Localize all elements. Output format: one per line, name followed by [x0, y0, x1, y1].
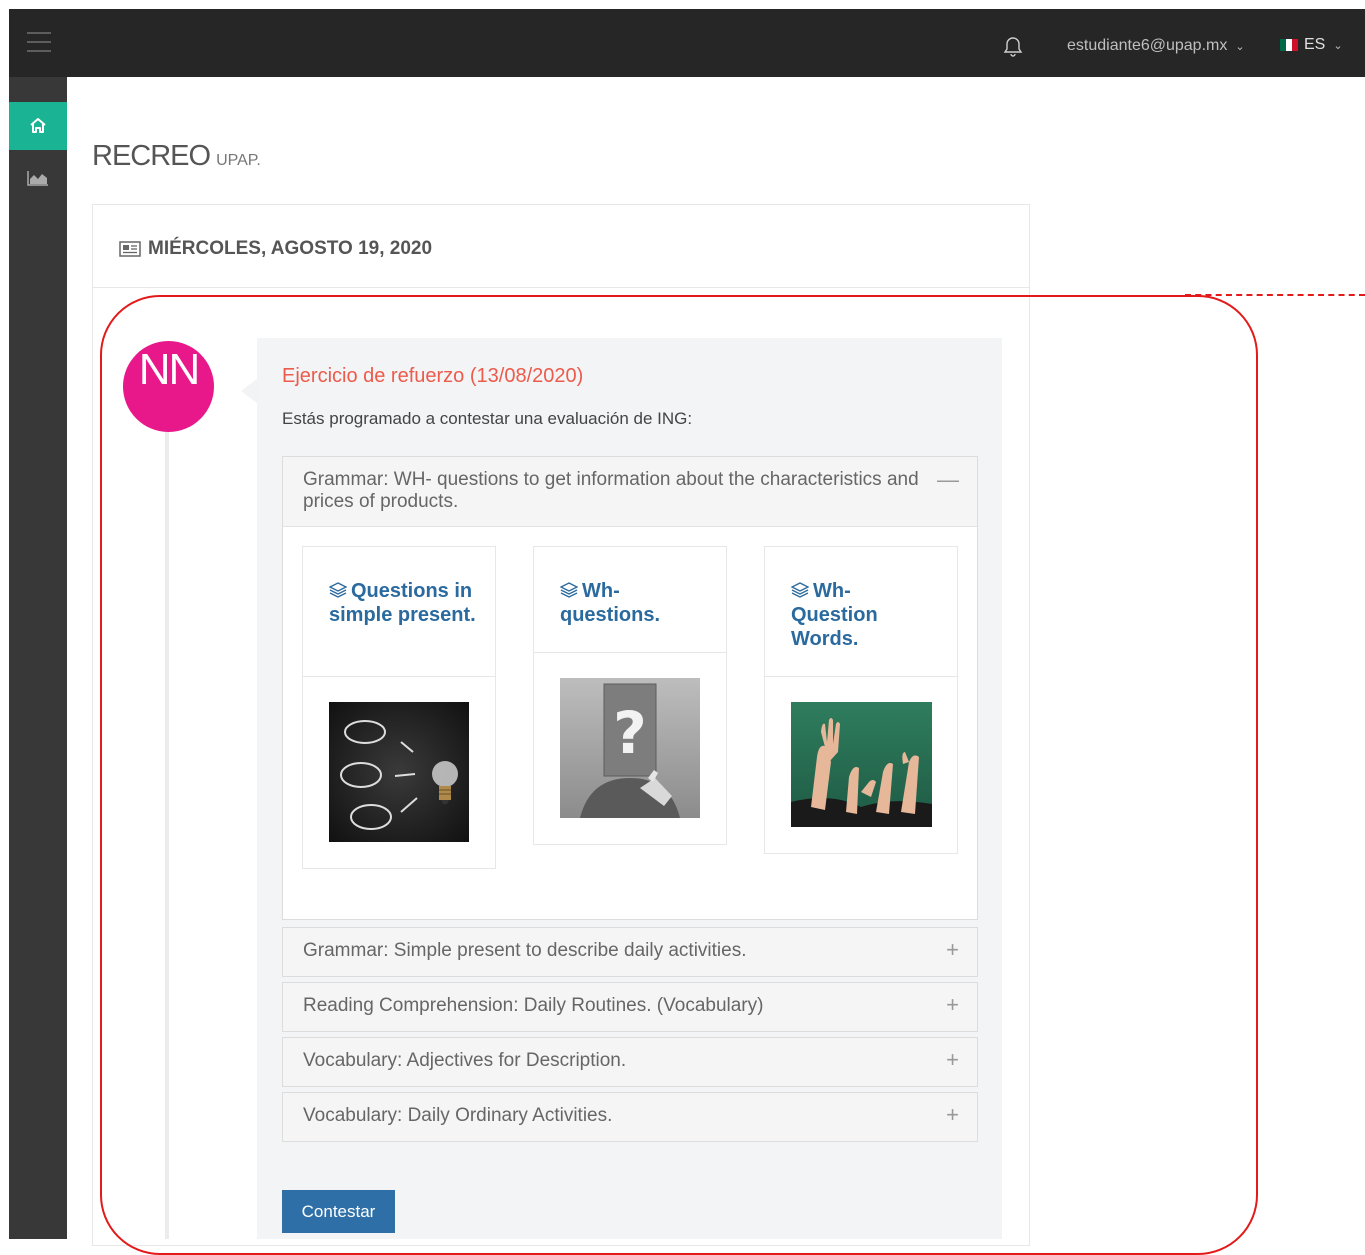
newspaper-icon — [119, 241, 141, 257]
language-menu[interactable]: ES ⌄ — [1280, 36, 1343, 54]
annotation-dashed-line — [1185, 294, 1365, 296]
date-heading: MIÉRCOLES, AGOSTO 19, 2020 — [119, 238, 432, 260]
page-title-text: RECREO — [92, 140, 211, 172]
page-subtitle: UPAP. — [216, 152, 261, 169]
mexico-flag-icon — [1280, 39, 1298, 51]
home-icon — [30, 118, 46, 133]
date-text: MIÉRCOLES, AGOSTO 19, 2020 — [148, 238, 433, 259]
panel-header: MIÉRCOLES, AGOSTO 19, 2020 — [93, 205, 1029, 288]
area-chart-icon — [27, 171, 48, 186]
user-email: estudiante6@upap.mx — [1067, 37, 1228, 54]
chevron-down-icon: ⌄ — [1333, 39, 1343, 52]
top-navbar: estudiante6@upap.mx ⌄ ES ⌄ — [9, 9, 1365, 77]
user-menu[interactable]: estudiante6@upap.mx ⌄ — [1067, 37, 1245, 55]
sidebar-item-home[interactable] — [9, 102, 67, 150]
page-title: RECREO UPAP. — [92, 140, 261, 173]
sidebar-item-chart[interactable] — [9, 163, 67, 193]
screen-frame-top — [0, 0, 1365, 9]
annotation-highlight — [100, 295, 1258, 1255]
screen-frame-left — [0, 0, 9, 1239]
hamburger-icon[interactable] — [27, 32, 51, 52]
bell-icon[interactable] — [1001, 35, 1025, 59]
chevron-down-icon: ⌄ — [1235, 41, 1245, 53]
sidebar — [9, 77, 67, 1239]
language-label: ES — [1304, 36, 1326, 53]
